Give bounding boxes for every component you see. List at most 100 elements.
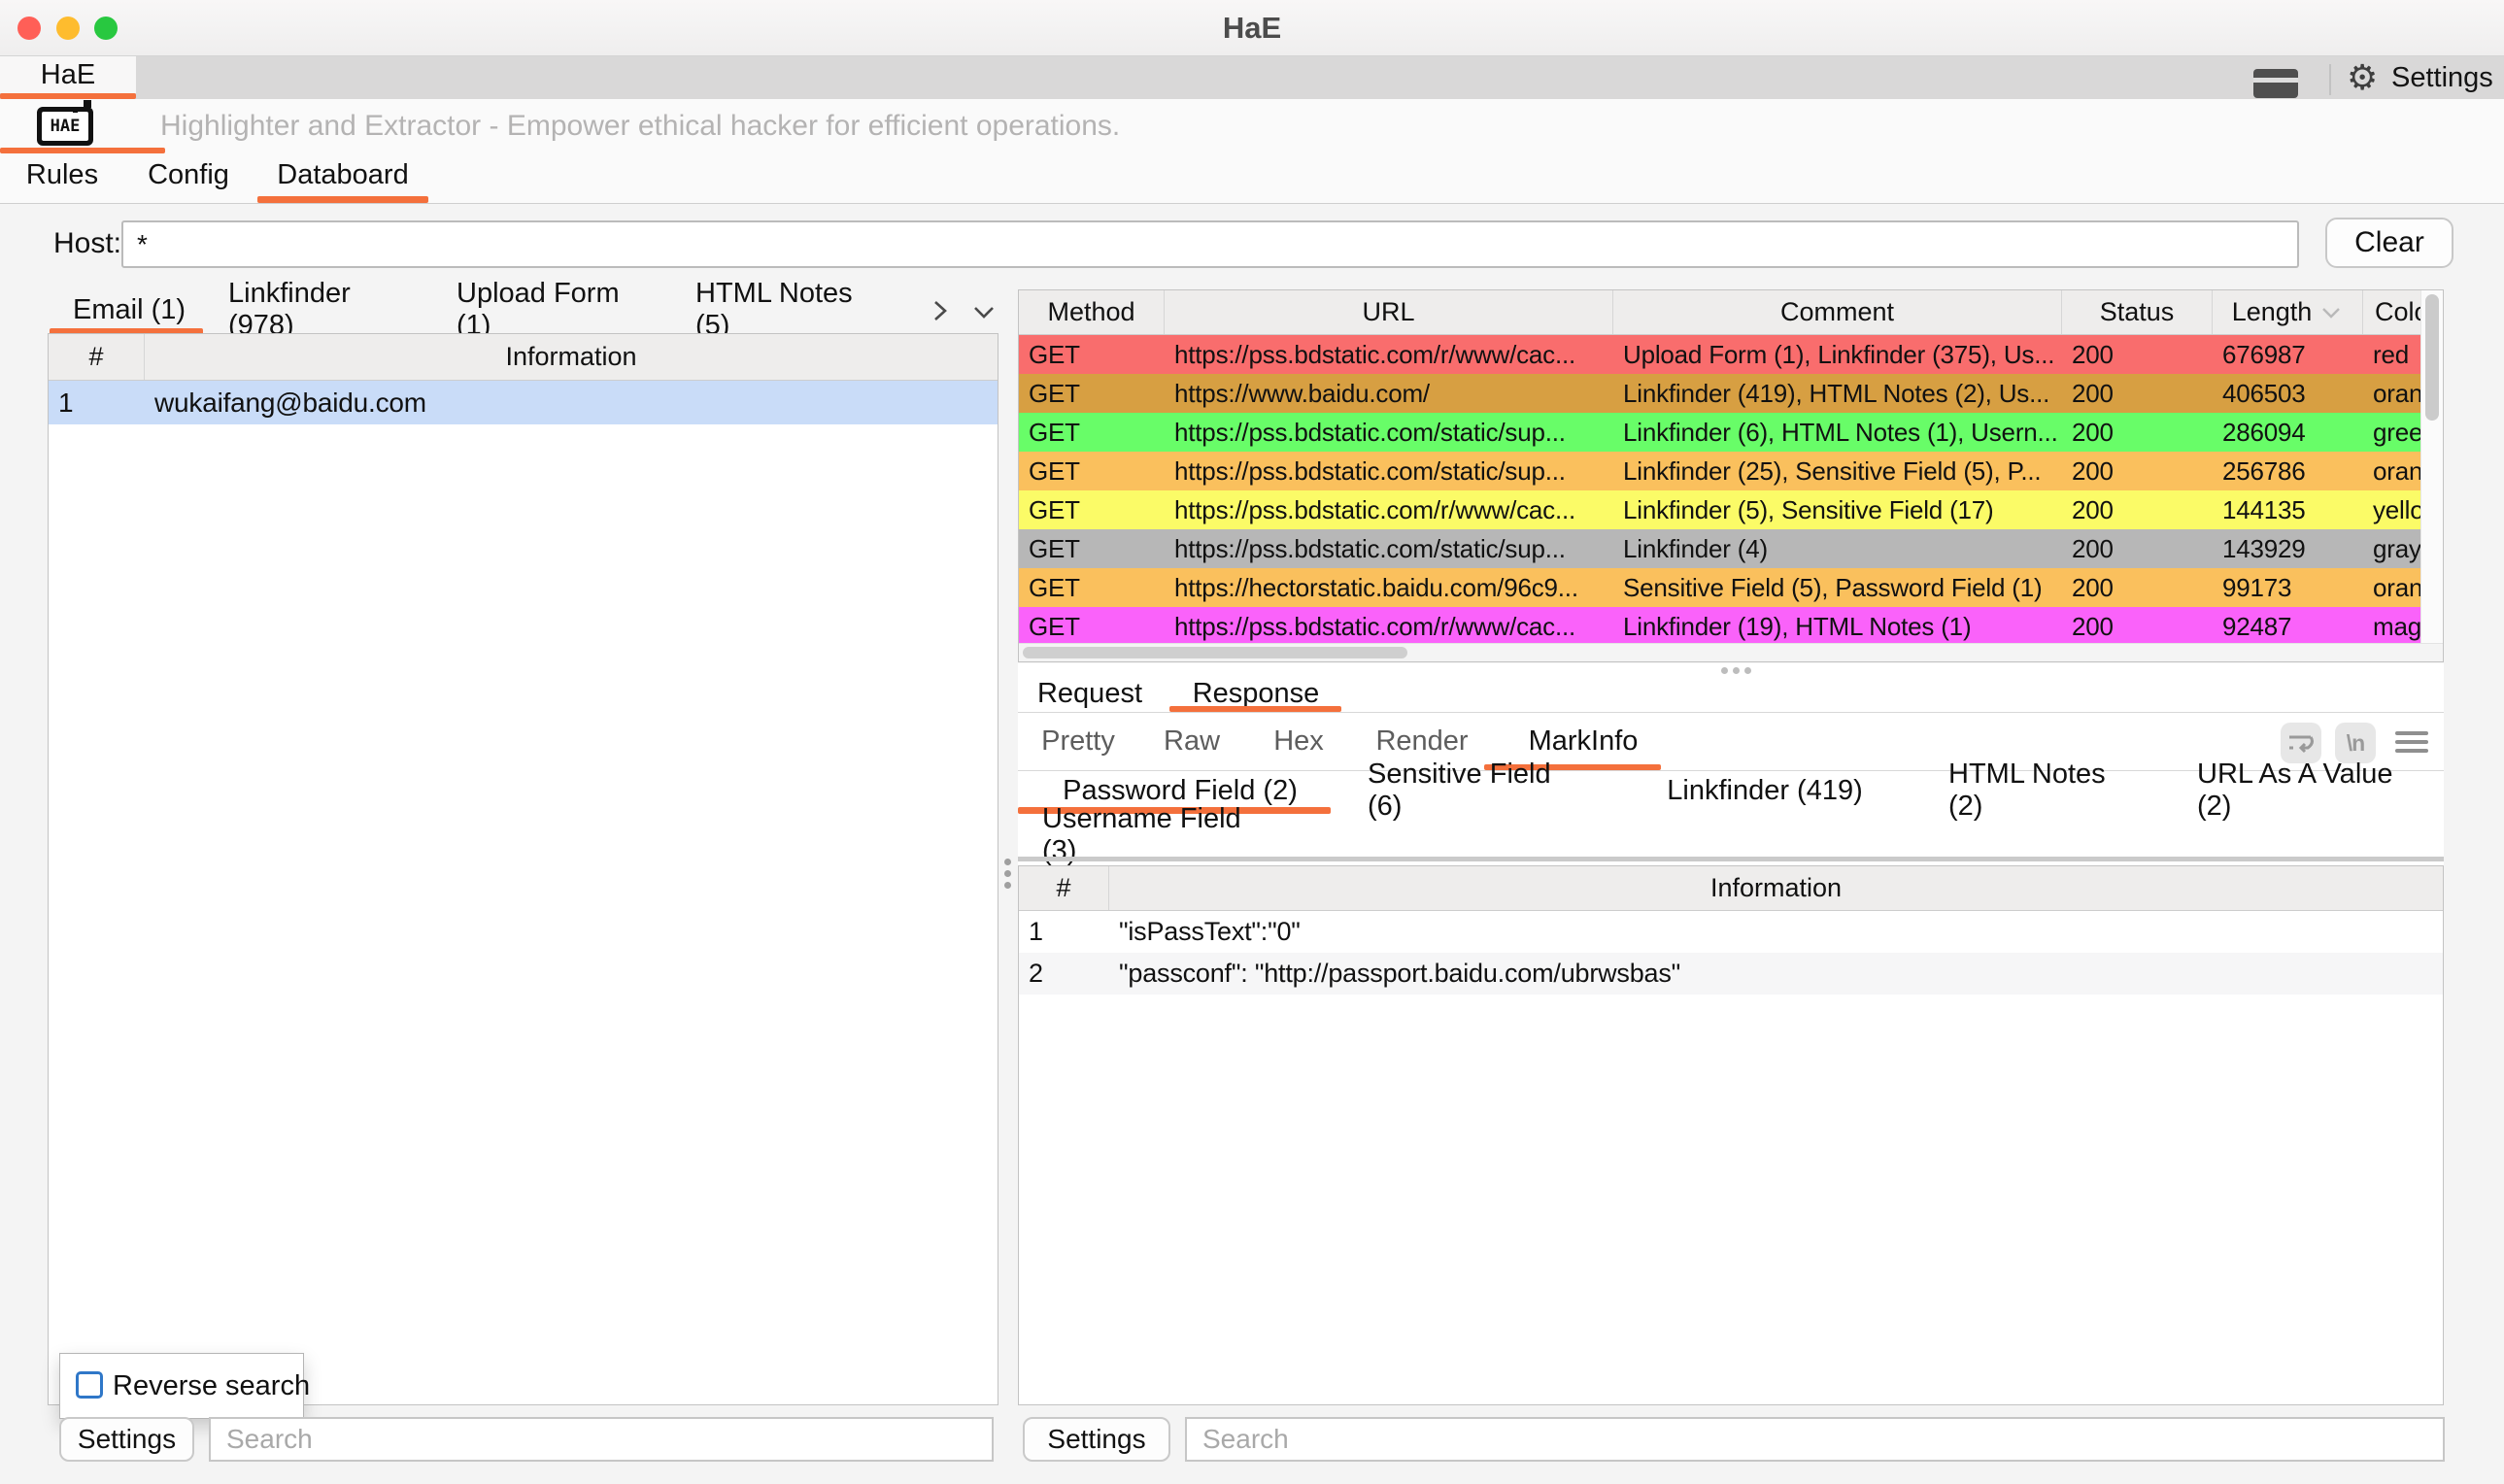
traffic-table-row[interactable]: GEThttps://pss.bdstatic.com/r/www/cac...… bbox=[1019, 490, 2443, 529]
toolbar-divider bbox=[2329, 64, 2331, 95]
tab-render[interactable]: Render bbox=[1377, 721, 1467, 761]
traffic-table: Method URL Comment Status Length Color G… bbox=[1018, 289, 2444, 662]
cell-method: GET bbox=[1019, 612, 1165, 642]
cell-comment: Linkfinder (6), HTML Notes (1), Usern... bbox=[1613, 418, 2062, 448]
vertical-splitter-handle[interactable] bbox=[1004, 859, 1011, 865]
traffic-table-row[interactable]: GEThttps://pss.bdstatic.com/r/www/cac...… bbox=[1019, 607, 2443, 646]
tab-request[interactable]: Request bbox=[1026, 675, 1154, 712]
markinfo-table-row[interactable]: 1"isPassText":"0" bbox=[1019, 911, 2443, 953]
reverse-search-label[interactable]: Reverse search bbox=[113, 1353, 310, 1419]
tab-raw[interactable]: Raw bbox=[1166, 721, 1218, 761]
vertical-splitter-handle[interactable] bbox=[1004, 870, 1011, 877]
markinfo-table-row[interactable]: 2"passconf": "http://passport.baidu.com/… bbox=[1019, 953, 2443, 995]
email-table-row[interactable]: 1wukaifang@baidu.com bbox=[49, 381, 998, 424]
right-settings-button[interactable]: Settings bbox=[1023, 1417, 1170, 1462]
vertical-scrollbar[interactable] bbox=[2420, 290, 2443, 644]
tab-email[interactable]: Email (1) bbox=[73, 291, 186, 328]
cell-length: 256786 bbox=[2213, 456, 2363, 487]
cell-length: 286094 bbox=[2213, 418, 2363, 448]
cell-comment: Linkfinder (25), Sensitive Field (5), P.… bbox=[1613, 456, 2062, 487]
cell-length: 143929 bbox=[2213, 534, 2363, 564]
tab-username-field[interactable]: Username Field (3) bbox=[1042, 818, 1268, 853]
tab-markinfo[interactable]: MarkInfo bbox=[1521, 721, 1645, 761]
left-search-input[interactable] bbox=[209, 1417, 994, 1462]
tab-linkfinder[interactable]: Linkfinder (978) bbox=[228, 291, 405, 328]
table-header: Method URL Comment Status Length Color bbox=[1019, 290, 2443, 335]
titlebar: HaE bbox=[0, 0, 2504, 56]
gear-icon[interactable]: ⚙ bbox=[2347, 56, 2378, 99]
column-header-url[interactable]: URL bbox=[1165, 290, 1613, 334]
traffic-table-row[interactable]: GEThttps://pss.bdstatic.com/static/sup..… bbox=[1019, 452, 2443, 490]
cell-method: GET bbox=[1019, 340, 1165, 370]
cell-status: 200 bbox=[2062, 495, 2213, 525]
left-settings-button[interactable]: Settings bbox=[59, 1417, 194, 1462]
tab-hae[interactable]: HaE bbox=[0, 56, 136, 93]
logo-pixel-decoration bbox=[84, 100, 91, 108]
menu-icon[interactable] bbox=[2395, 726, 2428, 758]
cell-method: GET bbox=[1019, 418, 1165, 448]
tab-databoard[interactable]: Databoard bbox=[279, 153, 407, 196]
cell-index: 2 bbox=[1019, 959, 1109, 989]
traffic-table-row[interactable]: GEThttps://pss.bdstatic.com/static/sup..… bbox=[1019, 413, 2443, 452]
wrap-lines-icon[interactable] bbox=[2281, 723, 2321, 763]
app-tagline: Highlighter and Extractor - Empower ethi… bbox=[160, 99, 1120, 153]
tab-pretty[interactable]: Pretty bbox=[1041, 721, 1115, 761]
newline-icon[interactable]: \n bbox=[2335, 723, 2376, 763]
horizontal-splitter-handle[interactable] bbox=[1744, 667, 1751, 674]
tab-url-as-a-value[interactable]: URL As A Value (2) bbox=[2197, 773, 2430, 808]
cell-length: 99173 bbox=[2213, 573, 2363, 603]
vertical-splitter-handle[interactable] bbox=[1004, 882, 1011, 889]
column-header-index[interactable]: # bbox=[49, 334, 145, 380]
active-nav-tab-indicator bbox=[257, 196, 428, 203]
length-label: Length bbox=[2232, 297, 2313, 327]
tab-config[interactable]: Config bbox=[151, 153, 226, 196]
cell-length: 92487 bbox=[2213, 612, 2363, 642]
horizontal-splitter-handle[interactable] bbox=[1721, 667, 1728, 674]
cell-method: GET bbox=[1019, 456, 1165, 487]
cell-url: https://www.baidu.com/ bbox=[1165, 379, 1613, 409]
cell-comment: Linkfinder (5), Sensitive Field (17) bbox=[1613, 495, 2062, 525]
column-header-comment[interactable]: Comment bbox=[1613, 290, 2062, 334]
cell-information: "isPassText":"0" bbox=[1109, 917, 2443, 947]
scrollbar-thumb[interactable] bbox=[2425, 294, 2439, 421]
column-header-method[interactable]: Method bbox=[1019, 290, 1165, 334]
column-header-information[interactable]: Information bbox=[145, 334, 998, 380]
cell-method: GET bbox=[1019, 495, 1165, 525]
tab-upload-form[interactable]: Upload Form (1) bbox=[457, 291, 644, 328]
traffic-table-row[interactable]: GEThttps://pss.bdstatic.com/static/sup..… bbox=[1019, 529, 2443, 568]
column-header-information[interactable]: Information bbox=[1109, 866, 2443, 910]
cell-url: https://hectorstatic.baidu.com/96c9... bbox=[1165, 573, 1613, 603]
clear-button[interactable]: Clear bbox=[2325, 218, 2453, 268]
column-header-index[interactable]: # bbox=[1019, 866, 1109, 910]
host-input[interactable] bbox=[121, 220, 2299, 268]
traffic-table-row[interactable]: GEThttps://pss.bdstatic.com/r/www/cac...… bbox=[1019, 335, 2443, 374]
tab-html-notes-mark[interactable]: HTML Notes (2) bbox=[1948, 773, 2131, 808]
reverse-search-checkbox[interactable] bbox=[76, 1371, 103, 1399]
traffic-table-row[interactable]: GEThttps://www.baidu.com/Linkfinder (419… bbox=[1019, 374, 2443, 413]
window-panel-icon[interactable] bbox=[2253, 69, 2298, 98]
table-body: 1wukaifang@baidu.com bbox=[49, 381, 998, 424]
column-header-status[interactable]: Status bbox=[2062, 290, 2213, 334]
tab-html-notes[interactable]: HTML Notes (5) bbox=[695, 291, 873, 328]
cell-url: https://pss.bdstatic.com/static/sup... bbox=[1165, 418, 1613, 448]
tab-linkfinder-mark[interactable]: Linkfinder (419) bbox=[1665, 773, 1865, 808]
app-tab-bar bbox=[0, 56, 2504, 99]
horizontal-scrollbar[interactable] bbox=[1019, 643, 2443, 661]
tab-sensitive-field[interactable]: Sensitive Field (6) bbox=[1368, 773, 1587, 808]
scrollbar-thumb[interactable] bbox=[1023, 647, 1407, 658]
cell-length: 676987 bbox=[2213, 340, 2363, 370]
cell-index: 1 bbox=[1019, 917, 1109, 947]
horizontal-splitter-handle[interactable] bbox=[1733, 667, 1740, 674]
cell-information: "passconf": "http://passport.baidu.com/u… bbox=[1109, 959, 2443, 989]
right-search-input[interactable] bbox=[1185, 1417, 2445, 1462]
settings-menu-label[interactable]: Settings bbox=[2391, 56, 2493, 99]
cell-status: 200 bbox=[2062, 340, 2213, 370]
chevron-down-icon[interactable] bbox=[969, 299, 998, 329]
chevron-right-icon[interactable] bbox=[928, 297, 953, 329]
cell-url: https://pss.bdstatic.com/static/sup... bbox=[1165, 534, 1613, 564]
column-header-length[interactable]: Length bbox=[2213, 290, 2363, 334]
traffic-table-row[interactable]: GEThttps://hectorstatic.baidu.com/96c9..… bbox=[1019, 568, 2443, 607]
tab-rules[interactable]: Rules bbox=[27, 153, 97, 196]
cell-status: 200 bbox=[2062, 456, 2213, 487]
tab-hex[interactable]: Hex bbox=[1274, 721, 1323, 761]
